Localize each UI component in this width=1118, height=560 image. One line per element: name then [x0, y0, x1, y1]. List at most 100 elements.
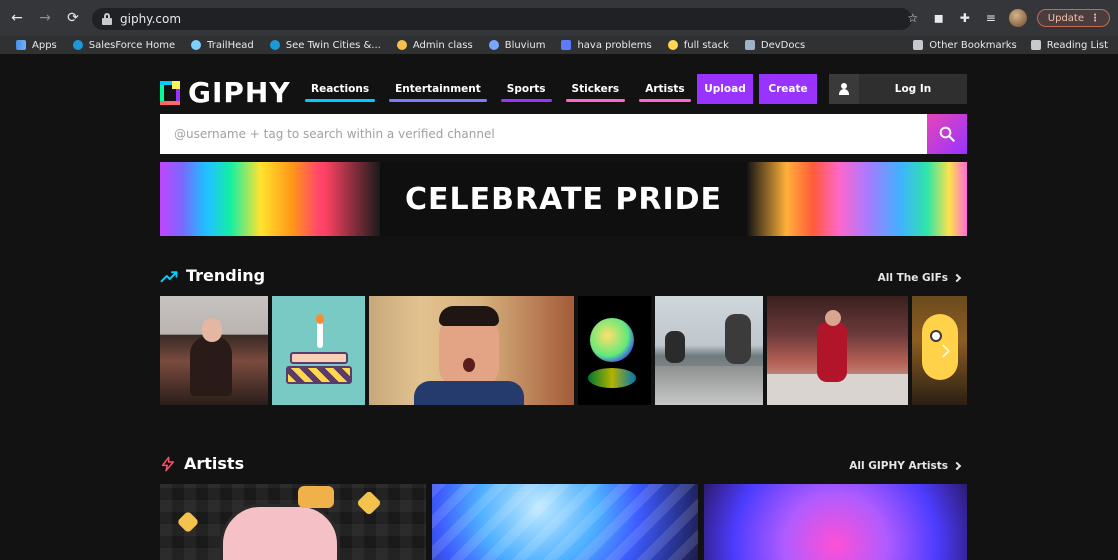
nav-sports-label: Sports [506, 83, 546, 95]
upload-button[interactable]: Upload [697, 74, 753, 104]
trending-icon [160, 270, 178, 282]
reading-list-icon[interactable]: ≡ [983, 10, 999, 26]
nav-sports[interactable]: Sports [500, 75, 552, 102]
artist-card[interactable] [432, 484, 698, 560]
nav-reactions-label: Reactions [311, 83, 370, 95]
nav-artists-label: Artists [645, 83, 685, 95]
cloud-icon [269, 40, 280, 50]
bookmark-trailhead[interactable]: TrailHead [191, 40, 254, 51]
bookmark-apps[interactable]: Apps [16, 40, 57, 51]
reading-list-bookmark-icon [1030, 40, 1041, 50]
devdocs-icon [744, 40, 755, 50]
bookmarks-bar: Apps SalesForce Home TrailHead See Twin … [0, 36, 1118, 54]
upload-button-label: Upload [704, 83, 746, 95]
login-label: Log In [894, 83, 932, 95]
gif-thumbnail[interactable] [912, 296, 967, 405]
gif-thumbnail[interactable] [577, 296, 651, 405]
lightning-icon [161, 456, 175, 471]
salesforce-cloud-icon [72, 40, 83, 50]
gif-mouth [462, 358, 475, 372]
artist-card[interactable] [704, 484, 967, 560]
all-giphy-artists-link[interactable]: All GIPHY Artists [849, 460, 962, 472]
all-the-gifs-label: All The GIFs [877, 272, 948, 284]
all-the-gifs-link[interactable]: All The GIFs [877, 272, 962, 284]
nav-underline [305, 99, 376, 102]
gif-figure-head [202, 318, 222, 342]
artist-art-star [176, 510, 200, 534]
update-button[interactable]: Update ⋮ [1036, 9, 1110, 27]
nav-entertainment[interactable]: Entertainment [389, 75, 487, 102]
bookmark-label: full stack [683, 39, 729, 51]
trailhead-icon [191, 40, 202, 50]
chevron-right-icon [952, 273, 962, 283]
cake-layer [290, 352, 349, 364]
chevron-right-icon[interactable] [936, 342, 954, 360]
folder-icon [913, 40, 924, 50]
bookmark-bluvium[interactable]: Bluvium [488, 39, 546, 51]
pride-banner[interactable]: CELEBRATE PRIDE [160, 162, 967, 236]
login-button[interactable]: Log In [829, 74, 967, 104]
gif-thumbnail[interactable] [654, 296, 764, 405]
browser-right-controls: ☆ ◼ ✚ ≡ Update ⋮ [905, 7, 1110, 29]
artist-art-shape [220, 504, 340, 560]
bookmark-label: Apps [32, 39, 57, 51]
bookmark-label: DevDocs [760, 39, 806, 51]
cake-flame [316, 314, 325, 324]
trending-title-label: Trending [186, 266, 266, 285]
user-icon [829, 74, 859, 104]
top-navigation: Reactions Entertainment Sports Stickers … [305, 74, 729, 103]
bookmark-label: TrailHead [207, 39, 254, 51]
bookmark-hava-problems[interactable]: hava problems [561, 40, 652, 51]
forward-icon[interactable]: → [36, 9, 54, 27]
moon [589, 318, 634, 362]
reading-list[interactable]: Reading List [1030, 40, 1108, 51]
search-button[interactable] [927, 114, 967, 154]
bookmark-label: SalesForce Home [88, 39, 176, 51]
bookmark-see-twin-cities[interactable]: See Twin Cities &... [269, 39, 381, 51]
profile-avatar[interactable] [1008, 9, 1027, 27]
extension-icon[interactable]: ◼ [931, 10, 947, 26]
puzzle-icon[interactable]: ✚ [957, 10, 973, 26]
user-glyph [839, 83, 849, 95]
full-stack-icon [667, 40, 678, 50]
admin-icon [396, 40, 407, 50]
gif-thumbnail[interactable] [368, 296, 574, 405]
gif-thumbnail[interactable] [272, 296, 365, 405]
giphy-logo[interactable]: GIPHY [160, 76, 291, 109]
nav-stickers[interactable]: Stickers [565, 75, 626, 102]
bookmark-full-stack[interactable]: full stack [667, 39, 729, 51]
bookmarks-right: Other Bookmarks Reading List [913, 36, 1108, 54]
moon-reflection [587, 368, 636, 388]
bookmark-label: Bluvium [504, 39, 546, 51]
artists-title-label: Artists [184, 454, 245, 473]
giphy-logo-text: GIPHY [188, 76, 291, 109]
nav-underline [639, 99, 691, 102]
reload-icon[interactable]: ⟳ [64, 9, 82, 27]
address-bar[interactable]: giphy.com [92, 8, 912, 30]
all-giphy-artists-label: All GIPHY Artists [849, 460, 948, 472]
back-icon[interactable]: ← [8, 9, 26, 27]
nav-reactions[interactable]: Reactions [305, 75, 376, 102]
search-input[interactable] [160, 114, 927, 154]
artist-card[interactable] [160, 484, 426, 560]
nav-entertainment-label: Entertainment [395, 83, 481, 95]
gif-thumbnail[interactable] [160, 296, 269, 405]
bookmark-admin-class[interactable]: Admin class [396, 39, 473, 51]
gif-thumbnail[interactable] [767, 296, 909, 405]
create-button-label: Create [768, 83, 808, 95]
nav-artists[interactable]: Artists [639, 75, 691, 102]
other-bookmarks[interactable]: Other Bookmarks [913, 40, 1017, 51]
bookmark-salesforce-home[interactable]: SalesForce Home [72, 39, 176, 51]
nav-underline [389, 99, 487, 102]
bookmark-devdocs[interactable]: DevDocs [744, 39, 806, 51]
bookmark-label: See Twin Cities &... [285, 39, 381, 51]
bookmark-label: Admin class [412, 39, 473, 51]
gif-rocks [654, 366, 764, 405]
create-button[interactable]: Create [759, 74, 817, 104]
star-icon[interactable]: ☆ [905, 10, 921, 26]
apps-grid-icon [16, 40, 26, 50]
nav-underline [500, 99, 552, 102]
nav-underline [565, 99, 626, 102]
gif-person [724, 314, 751, 364]
giphy-logo-icon [160, 80, 180, 105]
